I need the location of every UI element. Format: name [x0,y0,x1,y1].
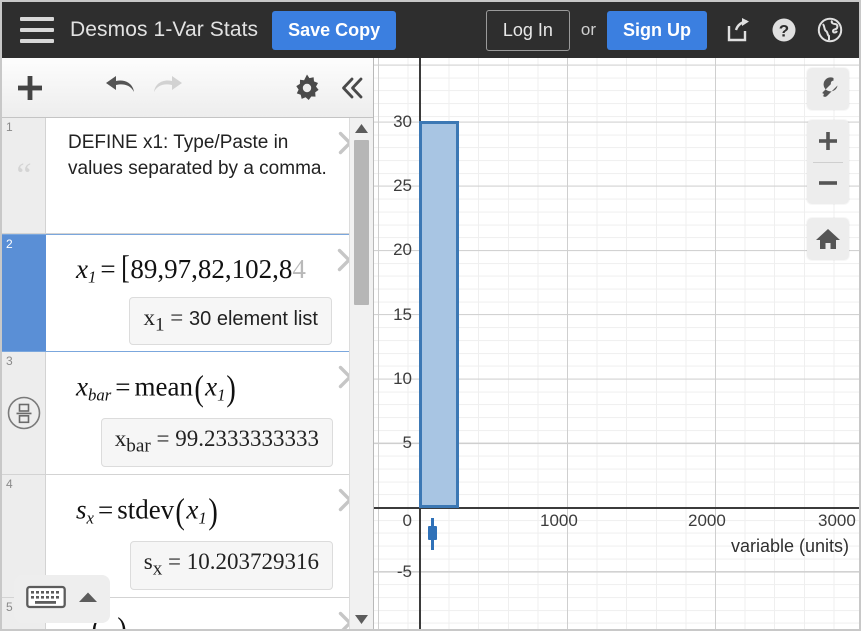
note-text: DEFINE x1: Type/Paste in values separate… [68,132,327,180]
caret-up-icon [78,590,98,608]
row-body-1[interactable]: DEFINE x1: Type/Paste in values separate… [46,118,373,233]
lhs-subscript: bar [87,385,112,405]
app-header: Desmos 1-Var Stats Save Copy Log In or S… [2,2,859,58]
home-icon[interactable] [807,218,849,260]
page-title: Desmos 1-Var Stats [70,18,259,41]
expression-math-2: x1 = [89,97,82,102,84 [76,250,306,287]
zoom-controls[interactable] [807,120,849,204]
redo-button[interactable] [144,59,192,117]
expression-math-3: xbar = mean(x1) [76,368,237,408]
result-container-2: x1 = 30 element list [60,287,332,346]
result-container-3: xbar = 99.2333333333 [60,408,333,467]
result-subscript: x [152,558,163,580]
y-tick-label-15: 15 [393,305,412,324]
scroll-up-button[interactable] [350,118,373,138]
help-icon[interactable]: ? [769,15,799,45]
row-index-cell-3[interactable]: 3 [2,352,46,474]
result-variable: x [143,304,155,330]
zoom-out-button[interactable] [807,162,849,204]
undo-button[interactable] [96,59,144,117]
result-value-4: sx = 10.203729316 [129,541,333,590]
expression-row-1[interactable]: 1 “ DEFINE x1: Type/Paste in values sepa… [2,118,373,234]
x-tick-label-2000: 2000 [688,511,726,530]
quote-icon: “ [16,156,31,194]
collapse-panel-button[interactable] [330,59,373,117]
y-tick-label-20: 20 [393,240,412,259]
function-name: stdev [117,494,175,525]
lhs-variable: s [76,494,87,525]
expression-list-scrollbar[interactable] [349,118,373,629]
x-tick-label-1000: 1000 [540,511,578,530]
globe-icon[interactable] [815,15,845,45]
y-tick-label-5: 5 [402,433,412,452]
fraction-icon[interactable] [2,394,45,432]
zoom-in-button[interactable] [807,120,849,162]
row-number: 5 [6,600,13,614]
add-expression-button[interactable] [2,59,58,117]
login-button[interactable]: Log In [485,9,570,51]
expression-math-4: sx = stdev(x1) [76,491,218,531]
result-subscript: 1 [154,314,165,336]
desmos-calculator-app: Desmos 1-Var Stats Save Copy Log In or S… [0,0,861,631]
result-variable: x [114,426,127,452]
histogram-bar [419,121,459,508]
expression-panel: 1 “ DEFINE x1: Type/Paste in values sepa… [2,58,374,629]
keyboard-toggle-button[interactable] [14,575,110,623]
scrollbar-thumb[interactable] [354,140,369,305]
gear-icon[interactable] [284,59,330,117]
expression-list[interactable]: 1 “ DEFINE x1: Type/Paste in values sepa… [2,118,373,629]
argument-subscript: 1 [198,508,207,528]
expression-toolbar [2,58,373,118]
row-number: 1 [6,120,13,134]
keyboard-icon [26,583,66,616]
lhs-variable: x [76,254,88,284]
y-tick-label-neg5: -5 [396,562,412,581]
row-body-3[interactable]: xbar = mean(x1) xbar = 99.2333333333 [46,352,373,474]
argument-subscript: 1 [217,385,226,405]
row-body-2[interactable]: x1 = [89,97,82,102,84 x1 = 30 element list [46,235,372,351]
row-number: 2 [6,237,13,251]
svg-text:?: ? [779,22,789,41]
x-axis-label: variable (units) [730,536,849,556]
y-tick-label-0: 0 [402,511,412,530]
save-copy-button[interactable]: Save Copy [272,10,397,50]
expression-row-2[interactable]: 2 x1 = [89,97,82,102,84 x1 = 30 element li… [2,234,373,352]
wrench-icon[interactable] [807,68,849,110]
scroll-down-button[interactable] [350,609,373,629]
result-subscript: bar [126,435,151,457]
y-tick-label-10: 10 [393,369,412,388]
result-value-3: xbar = 99.2333333333 [100,418,333,467]
y-tick-label-30: 30 [393,112,412,131]
row-number: 4 [6,477,13,491]
lhs-subscript: x [86,508,94,528]
graph-canvas[interactable]: 30 25 20 15 10 5 0 -5 1000 2000 3000 var… [374,58,859,629]
row-index-cell-2[interactable]: 2 [2,235,46,351]
argument-variable: x [205,371,218,402]
x-tick-label-3000: 3000 [818,511,856,530]
boxplot-box [428,526,437,540]
result-variable: s [143,549,153,575]
function-name: mean [134,371,193,402]
expression-row-3[interactable]: 3 xbar = mean(x1) xbar = 99.2333333333 [2,352,373,475]
result-text: 10.203729316 [186,549,319,575]
share-icon[interactable] [723,15,753,45]
list-values-truncated: 4 [292,254,306,284]
signup-button[interactable]: Sign Up [607,10,707,50]
lhs-variable: x [76,371,88,402]
or-label: or [580,20,596,39]
row-index-cell-1[interactable]: 1 “ [2,118,46,233]
row-number: 3 [6,354,13,368]
result-value-2: x1 = 30 element list [129,296,332,346]
list-values: 89,97,82,102,8 [130,254,293,284]
hamburger-icon[interactable] [20,17,54,43]
result-text: 30 element list [189,307,318,330]
y-tick-label-25: 25 [393,176,412,195]
result-text: 99.2333333333 [175,426,319,452]
argument-variable: x [186,494,199,525]
